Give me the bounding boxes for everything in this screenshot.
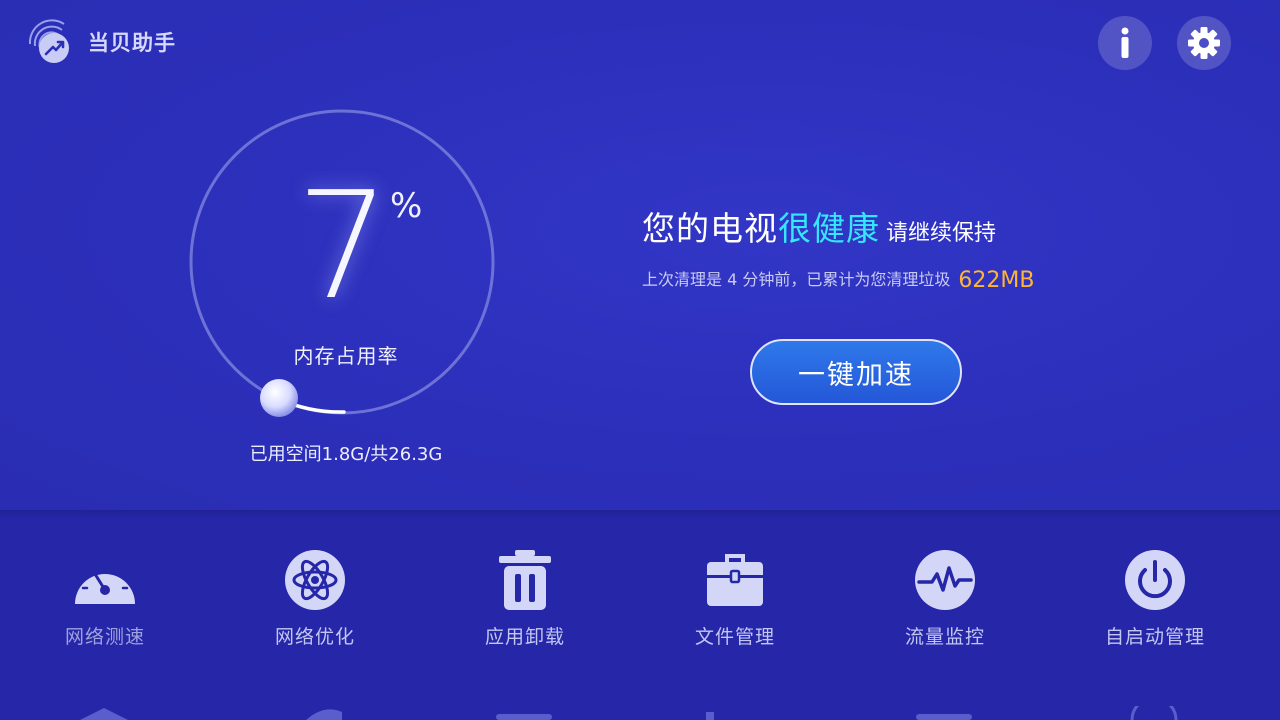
tool-network-optimize[interactable]: 网络优化: [210, 548, 420, 658]
tool-label: 网络测速: [64, 626, 145, 648]
cleaned-amount: 622MB: [958, 268, 1035, 293]
tool-speed-test[interactable]: 网络测速: [0, 548, 210, 658]
status-highlight: 很健康: [778, 209, 880, 248]
next-row-icon: [916, 714, 972, 720]
info-icon: [1121, 27, 1129, 58]
tool-label: 自启动管理: [1104, 626, 1205, 648]
status-suffix: 请继续保持: [886, 221, 997, 246]
next-row-icon: [706, 712, 714, 720]
tool-label: 文件管理: [694, 626, 775, 648]
tool-app-uninstall[interactable]: 应用卸载: [420, 548, 630, 658]
next-row-icon: [306, 709, 342, 720]
logo-icon: [28, 19, 69, 63]
next-row-icon: [496, 714, 552, 720]
clean-history: 上次清理是 4 分钟前，已累计为您清理垃圾 622MB: [642, 266, 1034, 293]
status-prefix: 您的电视: [642, 209, 778, 248]
speedometer-icon: [75, 563, 135, 604]
storage-usage: 已用空间1.8G/共26.3G: [249, 444, 443, 465]
tool-traffic-monitor[interactable]: 流量监控: [840, 548, 1050, 658]
pulse-icon: [915, 550, 975, 610]
briefcase-icon: [707, 554, 763, 606]
tool-file-manager[interactable]: 文件管理: [630, 548, 840, 658]
app-name: 当贝助手: [88, 31, 176, 55]
atom-icon: [285, 550, 345, 610]
clean-history-text: 上次清理是 4 分钟前，已累计为您清理垃圾: [642, 270, 951, 289]
settings-button[interactable]: [1177, 16, 1231, 70]
power-icon: [1125, 550, 1185, 610]
tool-label: 网络优化: [274, 626, 355, 648]
tool-label: 流量监控: [904, 626, 985, 648]
app-logo: 当贝助手: [24, 16, 176, 68]
gear-icon: [1188, 27, 1220, 59]
one-click-boost-button[interactable]: 一键加速: [750, 339, 962, 405]
tool-autostart-manager[interactable]: 自启动管理: [1050, 548, 1260, 658]
memory-label: 内存占用率: [293, 344, 399, 368]
tool-label: 应用卸载: [484, 626, 565, 648]
gauge-knob: [260, 379, 298, 417]
trash-icon: [499, 550, 551, 610]
percent-sign: %: [390, 186, 423, 226]
health-status: 您的电视很健康 请继续保持: [642, 202, 996, 250]
next-row-icon: [80, 708, 128, 720]
info-button[interactable]: [1098, 16, 1152, 70]
next-row-icon: [1130, 706, 1178, 720]
